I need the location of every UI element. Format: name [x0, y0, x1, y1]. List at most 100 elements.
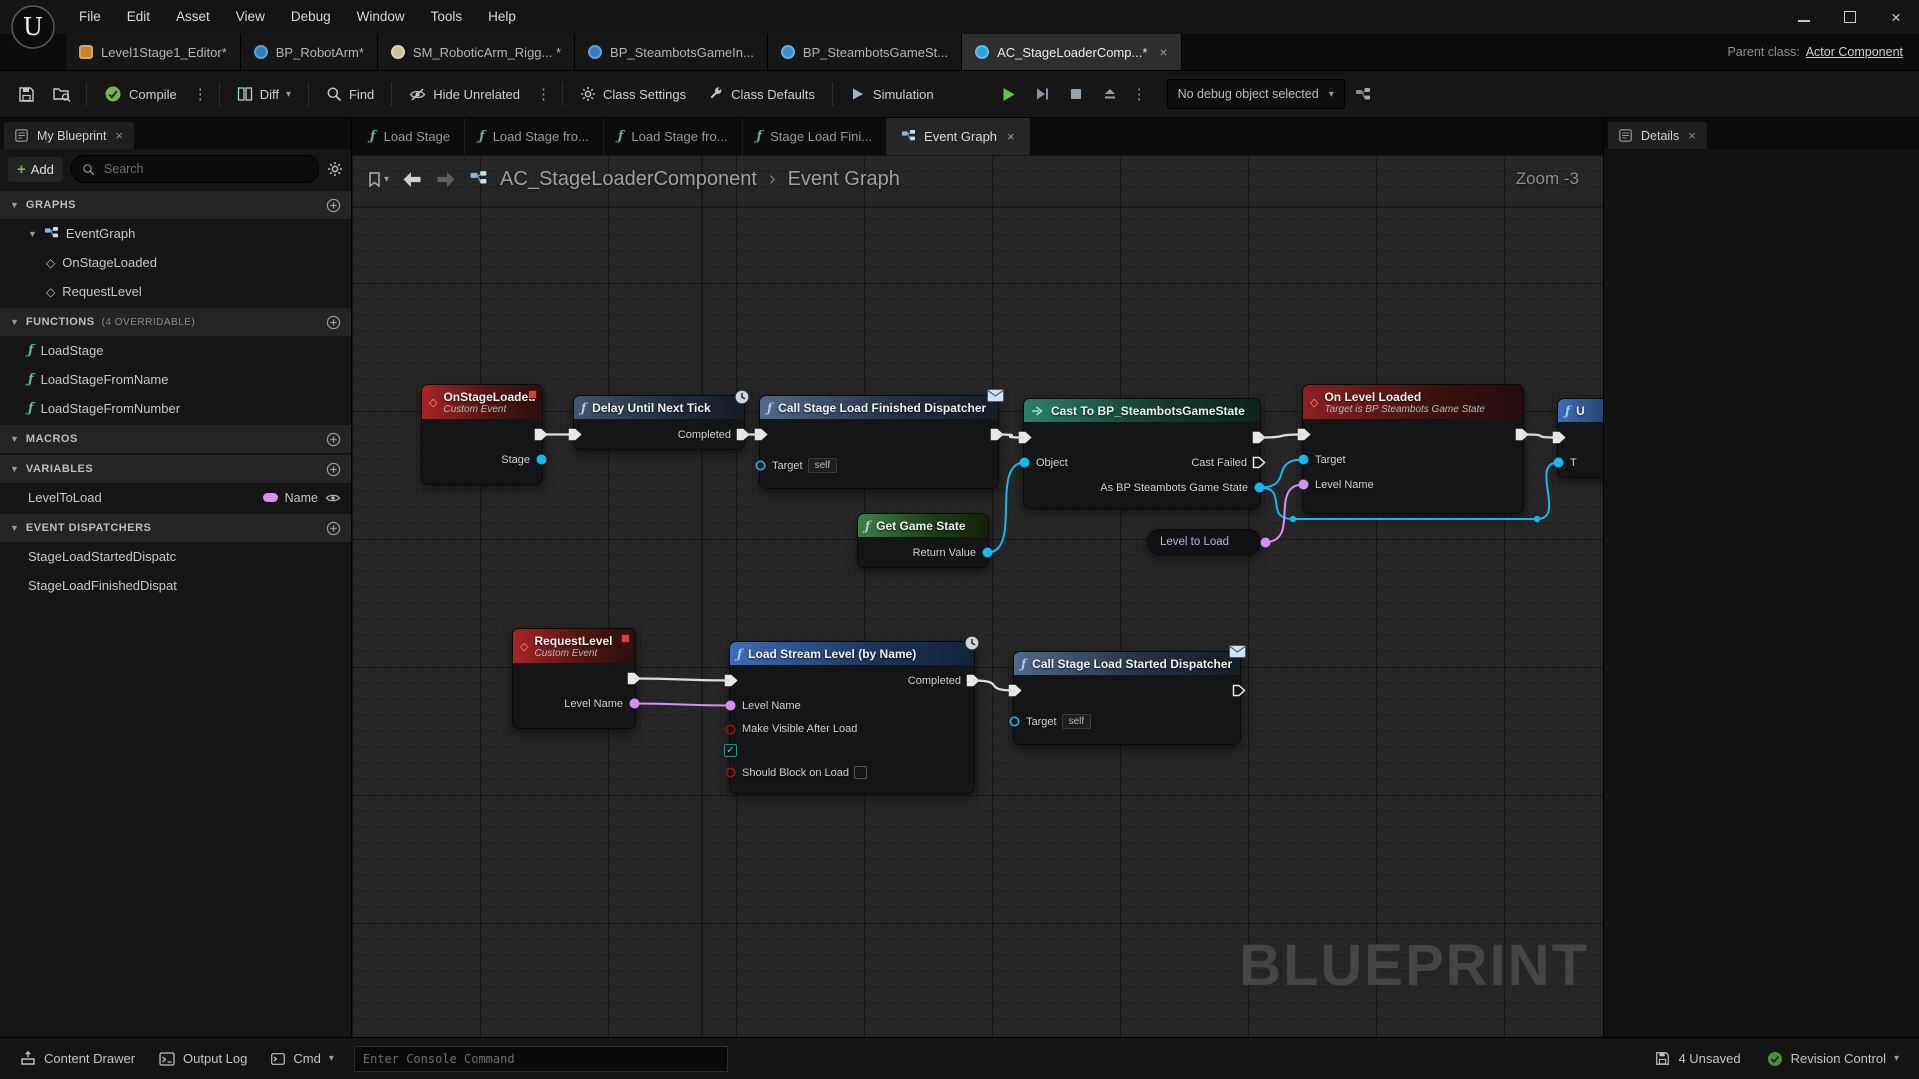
content-drawer-button[interactable]: Content Drawer	[10, 1044, 145, 1074]
menu-edit[interactable]: Edit	[114, 0, 163, 34]
graph-canvas[interactable]: BLUEPRINT ◇OnStageLoadedCustom EventStag…	[352, 155, 1603, 1037]
exec-pin[interactable]	[1232, 684, 1246, 697]
exec-pin[interactable]	[534, 428, 548, 441]
tab-details[interactable]: Details ×	[1608, 122, 1707, 149]
find-button[interactable]: Find	[316, 77, 384, 111]
add-macros-button[interactable]	[326, 432, 341, 447]
node-load_stream[interactable]: ƒLoad Stream Level (by Name)CompletedLev…	[729, 641, 975, 794]
class-defaults-button[interactable]: Class Defaults	[698, 77, 825, 111]
section-variables[interactable]: ▼VARIABLES	[0, 455, 351, 483]
node-call_started[interactable]: ƒCall Stage Load Started DispatcherTarge…	[1013, 651, 1241, 745]
graph-tab-stage-load-fini[interactable]: ƒStage Load Fini...	[743, 118, 888, 155]
item-eventgraph[interactable]: ▼EventGraph	[0, 219, 351, 248]
asset-tab-bp-robotarm[interactable]: BP_RobotArm*	[241, 34, 378, 70]
unsaved-button[interactable]: 4 Unsaved	[1645, 1044, 1750, 1074]
menu-view[interactable]: View	[223, 0, 278, 34]
data-pin[interactable]	[981, 546, 994, 559]
exec-pin[interactable]	[1018, 431, 1032, 444]
graph-tab-event-graph[interactable]: Event Graph×	[887, 118, 1030, 155]
node-level_to_load[interactable]: Level to Load	[1147, 529, 1261, 555]
graph-tab-load-stage[interactable]: ƒLoad Stage	[356, 118, 465, 155]
search-input[interactable]	[102, 161, 308, 177]
close-icon[interactable]: ×	[115, 128, 123, 143]
node-cast[interactable]: Cast To BP_SteambotsGameStateObjectCast …	[1023, 398, 1261, 509]
menu-window[interactable]: Window	[344, 0, 418, 34]
debug-object-dropdown[interactable]: No debug object selected ▾	[1167, 79, 1345, 109]
section-macros[interactable]: ▼MACROS	[0, 425, 351, 453]
menu-tools[interactable]: Tools	[418, 0, 476, 34]
add-functions-button[interactable]	[326, 315, 341, 330]
checkbox-unchecked[interactable]	[854, 766, 867, 779]
compile-options-kebab[interactable]: ⋮	[189, 85, 212, 103]
node-call_finished[interactable]: ƒCall Stage Load Finished DispatcherTarg…	[759, 395, 999, 489]
data-pin[interactable]	[535, 453, 548, 466]
nav-back-button[interactable]	[401, 171, 423, 188]
variable-type-pill[interactable]	[263, 493, 278, 502]
save-button[interactable]	[10, 77, 43, 111]
play-button[interactable]	[992, 77, 1024, 111]
exec-pin[interactable]	[1252, 431, 1266, 444]
self-default-value[interactable]: self	[808, 458, 838, 473]
exec-pin[interactable]	[1008, 684, 1022, 697]
panel-settings-button[interactable]	[327, 161, 343, 177]
section-functions[interactable]: ▼FUNCTIONS(4 OVERRIDABLE)	[0, 308, 351, 336]
item-onstageloaded[interactable]: ◇OnStageLoaded	[0, 248, 351, 277]
graph-tab-load-stage-fro[interactable]: ƒLoad Stage fro...	[465, 118, 604, 155]
asset-tab-ac-stageloadercomp[interactable]: AC_StageLoaderComp...*×	[962, 34, 1182, 70]
section-event-dispatchers[interactable]: ▼EVENT DISPATCHERS	[0, 514, 351, 542]
data-pin[interactable]	[1008, 715, 1021, 728]
data-pin[interactable]	[724, 699, 737, 712]
item-loadstage[interactable]: ƒLoadStage	[0, 336, 351, 365]
item-stageloadstarteddispatc[interactable]: StageLoadStartedDispatc	[0, 542, 351, 571]
nav-forward-button[interactable]	[435, 171, 457, 188]
close-button[interactable]: ×	[1873, 0, 1919, 34]
exec-pin[interactable]	[966, 674, 980, 687]
checkbox-checked[interactable]: ✓	[724, 744, 737, 757]
debug-filter-button[interactable]	[1347, 77, 1379, 111]
cmd-dropdown[interactable]: Cmd ▾	[261, 1044, 343, 1074]
data-pin[interactable]	[1253, 481, 1266, 494]
exec-pin[interactable]	[1297, 428, 1311, 441]
exec-pin[interactable]	[724, 674, 738, 687]
add-event-dispatchers-button[interactable]	[326, 521, 341, 536]
data-pin[interactable]	[724, 766, 737, 779]
node-on_level_loaded[interactable]: ◇On Level LoadedTarget is BP Steambots G…	[1302, 384, 1524, 514]
close-icon[interactable]: ×	[1159, 44, 1167, 60]
output-log-button[interactable]: Output Log	[149, 1044, 257, 1074]
tab-my-blueprint[interactable]: My Blueprint ×	[4, 122, 134, 149]
parent-class-link[interactable]: Actor Component	[1806, 45, 1903, 59]
item-stageloadfinisheddispat[interactable]: StageLoadFinishedDispat	[0, 571, 351, 600]
item-loadstagefromnumber[interactable]: ƒLoadStageFromNumber	[0, 394, 351, 423]
exec-pin[interactable]	[736, 428, 750, 441]
data-pin[interactable]	[1018, 456, 1031, 469]
section-graphs[interactable]: ▼GRAPHS	[0, 191, 351, 219]
asset-tab-level1stage1-editor[interactable]: Level1Stage1_Editor*	[66, 34, 241, 70]
data-pin[interactable]	[1259, 536, 1272, 549]
node-clipped[interactable]: ƒUT	[1557, 398, 1603, 478]
breadcrumb-root[interactable]: AC_StageLoaderComponent	[500, 168, 757, 191]
variable-leveltoload[interactable]: LevelToLoadName	[0, 483, 351, 512]
diff-button[interactable]: Diff ▾	[227, 77, 301, 111]
simulation-button[interactable]: Simulation	[840, 77, 944, 111]
data-pin[interactable]	[754, 459, 767, 472]
data-pin[interactable]	[724, 723, 737, 736]
compile-button[interactable]: Compile	[94, 77, 187, 111]
unreal-logo[interactable]: U	[10, 4, 56, 50]
menu-debug[interactable]: Debug	[278, 0, 344, 34]
item-requestlevel[interactable]: ◇RequestLevel	[0, 277, 351, 306]
add-button[interactable]: + Add	[8, 157, 63, 182]
item-loadstagefromname[interactable]: ƒLoadStageFromName	[0, 365, 351, 394]
bookmarks-button[interactable]: ▾	[368, 172, 389, 187]
exec-pin[interactable]	[990, 428, 1004, 441]
data-pin[interactable]	[1297, 453, 1310, 466]
console-command-input[interactable]	[354, 1046, 728, 1072]
revision-control-button[interactable]: Revision Control ▾	[1757, 1044, 1909, 1074]
node-on_stage_loaded[interactable]: ◇OnStageLoadedCustom EventStage	[421, 384, 543, 485]
exec-pin[interactable]	[627, 672, 641, 685]
asset-tab-bp-steambotsgamest[interactable]: BP_SteambotsGameSt...	[768, 34, 962, 70]
stop-button[interactable]	[1060, 77, 1092, 111]
data-pin[interactable]	[628, 697, 641, 710]
play-options-kebab[interactable]: ⋮	[1128, 85, 1151, 103]
data-pin[interactable]	[1552, 456, 1565, 469]
exec-pin[interactable]	[1252, 456, 1266, 469]
